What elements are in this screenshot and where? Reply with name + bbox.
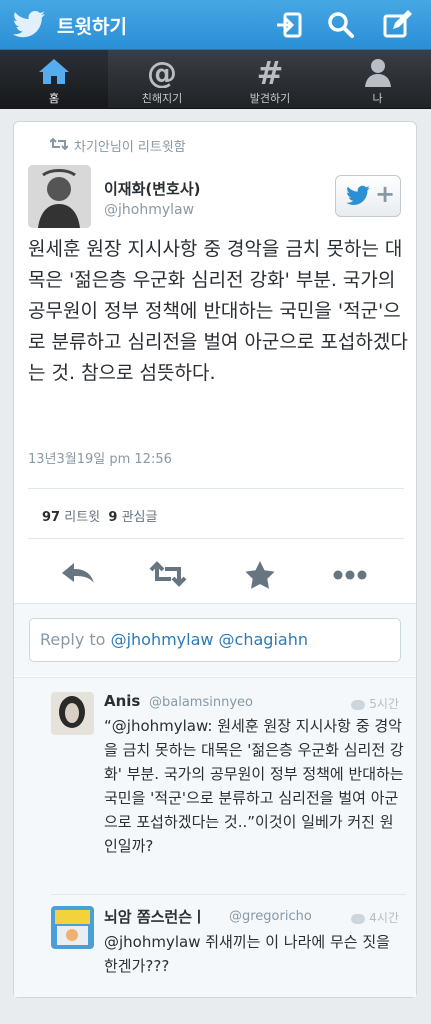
reply-input[interactable]: Reply to @jhohmylaw @chagiahn — [29, 618, 401, 662]
divider — [28, 538, 404, 539]
nav-connect-label: 친해지기 — [141, 92, 183, 105]
nav-discover[interactable]: # 발견하기 — [216, 50, 324, 109]
divider — [28, 488, 404, 489]
sign-in-icon[interactable] — [274, 9, 306, 41]
author-name[interactable]: 이재화(변호사) — [104, 178, 201, 199]
author-handle[interactable]: @jhohmylaw — [104, 202, 194, 218]
retweet-count[interactable]: 97 — [42, 510, 60, 525]
more-options-icon[interactable] — [330, 558, 370, 590]
reply-text: @jhohmylaw 쥐새끼는 이 나라에 무슨 짓을 한겐가??? — [104, 933, 390, 975]
svg-text:#: # — [257, 56, 284, 88]
top-bar: 트윗하기 — [0, 0, 431, 50]
nav-bar: 홈 @ 친해지기 # 발견하기 나 — [0, 50, 431, 109]
twitter-bird-icon — [12, 11, 45, 38]
reply-mentions: @jhohmylaw @chagiahn — [110, 630, 308, 649]
at-icon: @ — [147, 56, 177, 88]
favorite-count[interactable]: 9 — [108, 510, 117, 525]
app-title: 트윗하기 — [57, 16, 127, 38]
reply-author-name[interactable]: 뇌암 쫌스런슨ㅣ — [104, 906, 206, 927]
reply-author-handle[interactable]: @gregoricho — [229, 909, 312, 924]
nav-me-label: 나 — [372, 92, 383, 105]
retweet-icon[interactable] — [148, 558, 188, 590]
reply-avatar-image — [51, 692, 94, 735]
divider — [51, 894, 406, 895]
favorite-count-label: 관심글 — [121, 510, 158, 525]
conversation-icon — [351, 913, 366, 924]
reply-avatar[interactable] — [51, 692, 94, 735]
nav-discover-label: 발견하기 — [249, 92, 291, 105]
tweet-stats: 97 리트윗 9 관심글 — [42, 506, 157, 525]
nav-home[interactable]: 홈 — [0, 50, 108, 109]
nav-me[interactable]: 나 — [324, 50, 431, 109]
tweet-actions — [14, 550, 418, 600]
svg-text:@: @ — [147, 56, 177, 88]
plus-icon: + — [375, 180, 396, 208]
search-icon[interactable] — [325, 9, 357, 41]
favorite-star-icon[interactable] — [240, 558, 280, 590]
replies-list: Anis @balamsinnyeo 5시간 “@jhohmylaw: 원세훈 … — [14, 678, 416, 997]
reply-text: “@jhohmylaw: 원세훈 원장 지시사항 중 경악을 금치 못하는 대목… — [104, 717, 404, 855]
conversation-icon — [351, 699, 366, 710]
retweeted-by-text: 차기안님이 리트윗함 — [74, 140, 186, 155]
hashtag-icon: # — [257, 56, 284, 88]
twitter-bird-icon — [346, 185, 370, 205]
reply-time-text: 4시간 — [369, 911, 399, 925]
tweet-timestamp: 13년3월19일 pm 12:56 — [28, 452, 172, 467]
retweeted-by: 차기안님이 리트윗함 — [50, 136, 186, 155]
person-icon — [364, 59, 391, 87]
reply-area: Reply to @jhohmylaw @chagiahn — [14, 604, 416, 676]
reply-avatar[interactable] — [51, 906, 94, 949]
nav-home-label: 홈 — [48, 92, 60, 105]
retweet-count-label: 리트윗 — [64, 510, 101, 525]
follow-button[interactable]: + — [335, 175, 401, 217]
reply-time: 5시간 — [351, 695, 399, 712]
avatar[interactable] — [28, 165, 91, 228]
compose-icon[interactable] — [381, 9, 413, 41]
reply-time-text: 5시간 — [369, 697, 399, 711]
reply-time: 4시간 — [351, 909, 399, 926]
reply-prefix: Reply to — [40, 630, 106, 649]
reply-author-handle[interactable]: @balamsinnyeo — [149, 695, 253, 710]
avatar-image — [28, 165, 91, 228]
reply-avatar-image — [51, 906, 94, 949]
tweet-text: 원세훈 원장 지시사항 중 경악을 금치 못하는 대목은 '젊은층 우군화 심리… — [28, 238, 408, 384]
nav-connect[interactable]: @ 친해지기 — [108, 50, 216, 109]
tweet-card: 차기안님이 리트윗함 이재화(변호사) @jhohmylaw + 원세훈 원장 … — [13, 121, 417, 998]
reply-author-name[interactable]: Anis — [104, 692, 140, 710]
reply-icon[interactable] — [58, 558, 98, 590]
home-icon — [39, 59, 69, 84]
retweet-small-icon — [50, 138, 68, 150]
